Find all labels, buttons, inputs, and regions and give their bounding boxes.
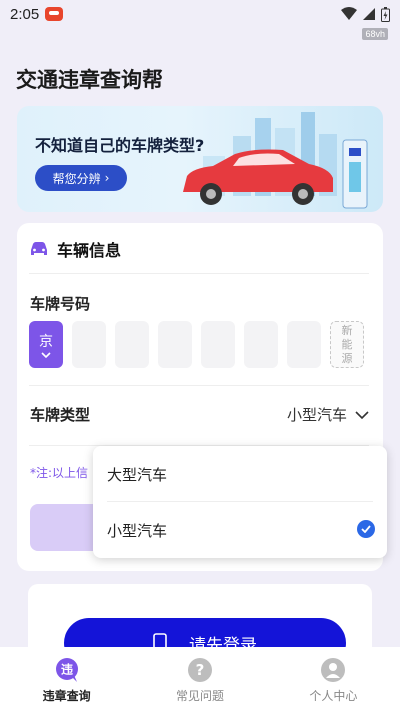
page-title: 交通违章查询帮 [16, 68, 163, 92]
plate-char-input[interactable] [72, 321, 106, 368]
dropdown-option-large-car[interactable]: 大型汽车 [107, 464, 167, 485]
help-identify-button[interactable]: 帮您分辨 › [35, 165, 127, 191]
plate-type-label: 车牌类型 [30, 406, 91, 424]
app-notification-icon [45, 7, 64, 21]
new-energy-input[interactable]: 新 能 源 [330, 321, 364, 368]
car-city-illustration [183, 112, 368, 209]
plate-char-input[interactable] [115, 321, 149, 368]
plate-type-select[interactable]: 小型汽车 [287, 404, 369, 425]
new-energy-char: 源 [341, 351, 353, 365]
divider [29, 273, 369, 274]
signal-icon [363, 8, 375, 20]
vehicle-info-title: 车辆信息 [57, 241, 122, 260]
chevron-down-icon [41, 351, 51, 358]
plate-type-banner[interactable]: 不知道自己的车牌类型? 帮您分辨 › [17, 106, 383, 212]
svg-text:违: 违 [61, 662, 73, 677]
plate-char-input[interactable] [158, 321, 192, 368]
plate-type-value: 小型汽车 [286, 406, 347, 424]
new-energy-char: 新 [341, 323, 353, 337]
new-energy-char: 能 [341, 337, 353, 351]
tab-violation-query[interactable]: 违 违章查询 [0, 647, 133, 711]
plate-type-dropdown: 大型汽车 小型汽车 [93, 446, 387, 558]
tab-label: 违章查询 [42, 689, 91, 703]
wifi-icon [341, 7, 357, 20]
plate-char-input[interactable] [201, 321, 235, 368]
battery-icon [381, 6, 390, 22]
svg-text:?: ? [196, 661, 205, 679]
vehicle-info-header: 车辆信息 [29, 237, 121, 261]
status-bar: 2:05 [0, 0, 400, 28]
tab-profile[interactable]: 个人中心 [267, 647, 400, 711]
tab-faq[interactable]: ? 常见问题 [133, 647, 266, 711]
chevron-down-icon [355, 410, 369, 419]
note-text: *注:以上信 [30, 466, 89, 480]
plate-number-label: 车牌号码 [30, 295, 91, 313]
network-speed-badge: 68vh [362, 28, 388, 40]
divider [107, 501, 373, 502]
help-identify-label: 帮您分辨 [52, 171, 101, 186]
check-icon [357, 520, 375, 538]
question-icon: ? [187, 658, 212, 682]
bottom-tab-bar: 违 违章查询 ? 常见问题 个人中心 [0, 647, 400, 711]
plate-char-input[interactable] [244, 321, 278, 368]
status-time: 2:05 [10, 5, 40, 23]
user-icon [321, 658, 346, 682]
dropdown-option-small-car[interactable]: 小型汽车 [107, 520, 167, 541]
status-icons [341, 6, 390, 22]
plate-char-input[interactable] [287, 321, 321, 368]
chevron-right-icon: › [104, 171, 110, 185]
plate-number-input: 京 新 能 源 [29, 321, 364, 368]
tab-label: 个人中心 [309, 689, 358, 703]
violation-icon: 违 [55, 658, 78, 682]
tab-label: 常见问题 [175, 689, 224, 703]
divider [29, 385, 369, 386]
province-value: 京 [39, 333, 53, 350]
car-icon [31, 242, 47, 255]
province-selector[interactable]: 京 [29, 321, 63, 368]
